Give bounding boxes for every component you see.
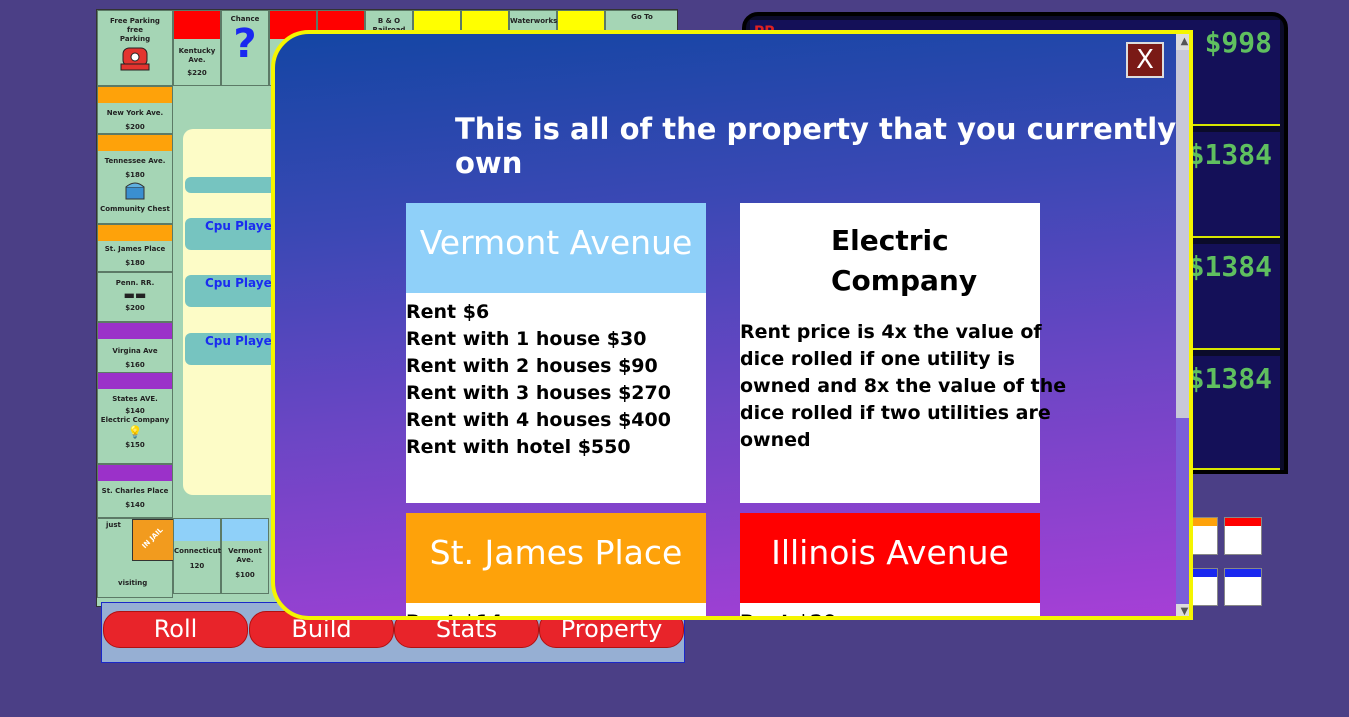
- rent-line: Rent with 2 houses $90: [406, 355, 658, 377]
- property-name: Vermont Ave.: [228, 547, 262, 565]
- color-band: [222, 519, 268, 541]
- visiting-label: visiting: [118, 579, 148, 587]
- color-band: [98, 373, 172, 389]
- property-price: $160: [125, 361, 145, 370]
- question-icon: ?: [233, 21, 257, 68]
- scroll-up-icon[interactable]: ▲: [1176, 34, 1189, 50]
- player-money: $1384: [1187, 138, 1272, 171]
- rent-line: Rent $14: [406, 609, 502, 616]
- waterworks-label: Waterworks: [510, 17, 558, 25]
- property-card-st-james: St. James Place Rent $14: [406, 513, 706, 616]
- property-name: States AVE.: [112, 395, 158, 403]
- property-states[interactable]: States AVE. $140 Electric Company 💡 $150: [97, 372, 173, 464]
- property-card-electric: Electric Company Rent price is 4x the va…: [740, 203, 1066, 503]
- player-money: $998: [1204, 26, 1272, 59]
- property-name: St. James Place: [104, 245, 166, 253]
- card-title: Illinois Avenue: [740, 513, 1040, 603]
- treasure-chest-icon: [125, 182, 145, 200]
- property-name: Kentucky Ave.: [178, 47, 216, 65]
- chance-space[interactable]: Chance ?: [221, 10, 269, 86]
- property-st-charles[interactable]: St. Charles Place $140: [97, 464, 173, 518]
- desc-line: dice rolled if two utilities are: [740, 402, 1051, 424]
- modal-title: This is all of the property that you cur…: [455, 112, 1177, 180]
- property-price: $200: [125, 123, 145, 132]
- color-band: [98, 135, 172, 151]
- color-band: [174, 11, 220, 39]
- desc-line: owned: [740, 429, 811, 451]
- property-name: St. Charles Place: [101, 487, 169, 495]
- free-parking-corner: Free Parking free Parking: [97, 10, 173, 86]
- rent-line: Rent with 4 houses $400: [406, 409, 671, 431]
- card-title-line2: Company: [831, 264, 978, 297]
- desc-line: Rent price is 4x the value of: [740, 321, 1042, 343]
- rent-line: Rent with hotel $550: [406, 436, 631, 458]
- railroad-name: Penn. RR.: [115, 279, 155, 287]
- property-tennessee[interactable]: Tennessee Ave. $180 Community Chest: [97, 134, 173, 224]
- free-parking-sub: free: [127, 26, 143, 35]
- free-parking-sub2: Parking: [119, 35, 151, 44]
- free-parking-label: Free Parking: [110, 17, 160, 25]
- property-connecticut[interactable]: Connecticut 120: [173, 518, 221, 594]
- rent-line: Rent with 1 house $30: [406, 328, 647, 350]
- owned-tile-blue-2[interactable]: [1224, 568, 1262, 606]
- railroad-price: $200: [125, 303, 145, 312]
- jail-icon: IN JAIL: [132, 519, 174, 561]
- property-name: Connecticut: [174, 547, 222, 555]
- property-name: Virgina Ave: [112, 347, 158, 355]
- rent-line: Rent with 3 houses $270: [406, 382, 671, 404]
- car-icon: [120, 47, 150, 71]
- scroll-down-icon[interactable]: ▼: [1176, 604, 1189, 616]
- property-card-vermont: Vermont Avenue Rent $6 Rent with 1 house…: [406, 203, 706, 503]
- card-title: St. James Place: [406, 513, 706, 603]
- property-price: $140: [125, 407, 145, 416]
- property-vermont[interactable]: Vermont Ave. $100: [221, 518, 269, 594]
- color-band: [98, 465, 172, 481]
- color-band: [98, 323, 172, 339]
- color-band: [98, 225, 172, 241]
- community-chest-label: Community Chest: [100, 205, 170, 214]
- rent-line: Rent $20: [740, 609, 836, 616]
- color-band: [174, 519, 220, 541]
- go-to-label: Go To: [631, 13, 653, 21]
- roll-button[interactable]: Roll: [103, 611, 248, 648]
- train-icon: ▬▬: [123, 288, 147, 303]
- scrollbar-thumb[interactable]: [1176, 50, 1189, 418]
- property-name: New York Ave.: [106, 109, 164, 117]
- electric-company-label: Electric Company: [100, 416, 170, 425]
- rent-line: Rent $6: [406, 301, 490, 323]
- owned-tile-red[interactable]: [1224, 517, 1262, 555]
- player-money: $1384: [1187, 362, 1272, 395]
- color-band: [98, 87, 172, 103]
- property-modal: This is all of the property that you cur…: [271, 30, 1193, 620]
- just-label: just: [106, 521, 121, 529]
- property-price: $180: [125, 259, 145, 268]
- railroad-penn[interactable]: Penn. RR. ▬▬ $200: [97, 272, 173, 322]
- desc-line: owned and 8x the value of the: [740, 375, 1067, 397]
- jail-corner: just IN JAIL visiting: [97, 518, 174, 598]
- electric-company-price: $150: [125, 440, 145, 449]
- property-name: Tennessee Ave.: [104, 157, 166, 165]
- property-price: $100: [235, 571, 255, 580]
- property-price: 120: [189, 562, 205, 571]
- player-money: $1384: [1187, 250, 1272, 283]
- property-price: $220: [187, 69, 207, 78]
- card-title-line1: Electric: [831, 224, 949, 257]
- lightbulb-icon: 💡: [127, 425, 143, 440]
- property-kentucky[interactable]: Kentucky Ave. $220: [173, 10, 221, 86]
- property-new-york[interactable]: New York Ave. $200: [97, 86, 173, 134]
- property-price: $180: [125, 171, 145, 180]
- property-price: $140: [125, 501, 145, 510]
- desc-line: dice rolled if one utility is: [740, 348, 1015, 370]
- property-card-illinois: Illinois Avenue Rent $20: [740, 513, 1040, 616]
- property-st-james[interactable]: St. James Place $180: [97, 224, 173, 272]
- card-title: Vermont Avenue: [406, 203, 706, 293]
- close-button[interactable]: X: [1126, 42, 1164, 78]
